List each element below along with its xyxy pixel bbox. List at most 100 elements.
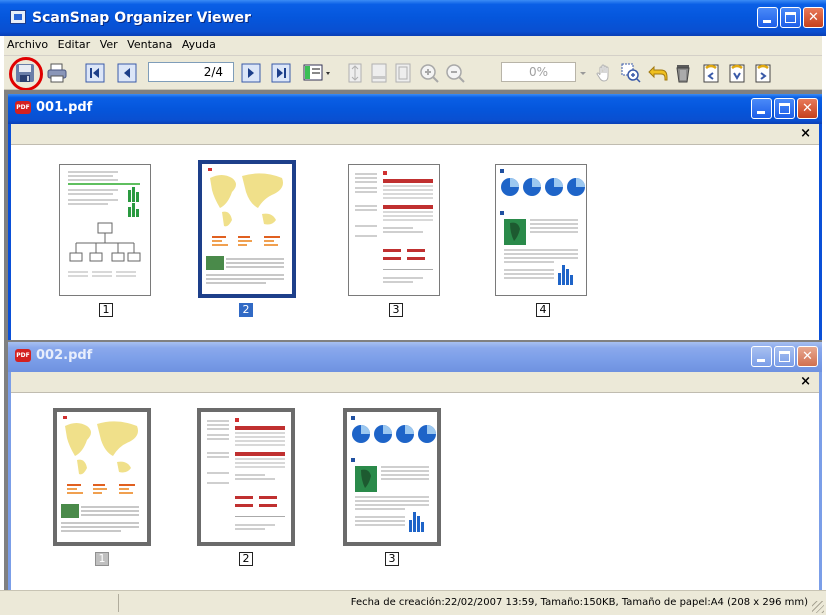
thumbnail-panel: × 1 <box>8 124 822 340</box>
first-page-button[interactable] <box>84 62 106 84</box>
fit-page-icon <box>395 63 411 83</box>
rotate-180-button[interactable] <box>726 62 748 84</box>
panel-close-icon[interactable]: × <box>800 374 811 389</box>
page-thumbnail[interactable] <box>59 164 151 296</box>
next-page-button[interactable] <box>240 62 262 84</box>
page-number: 3 <box>385 552 399 566</box>
next-page-icon <box>241 63 261 83</box>
printer-icon <box>47 63 67 83</box>
doc-maximize-button[interactable] <box>774 98 795 119</box>
page-thumbnail-selected[interactable] <box>53 408 151 546</box>
hand-tool-button[interactable] <box>594 62 616 84</box>
doc-maximize-button[interactable] <box>774 346 795 367</box>
minimize-icon <box>757 359 765 362</box>
fit-width-icon <box>371 63 387 83</box>
last-page-button[interactable] <box>270 62 292 84</box>
minimize-icon <box>763 20 771 23</box>
page-number: 2 <box>239 552 253 566</box>
panel-strip: × <box>11 372 819 393</box>
trash-icon <box>676 65 690 83</box>
page-thumbnail[interactable] <box>343 408 441 546</box>
doc-close-button[interactable]: ✕ <box>797 98 818 119</box>
minimize-icon <box>757 111 765 114</box>
delete-button[interactable] <box>672 62 694 84</box>
menu-archivo[interactable]: Archivo <box>4 36 51 53</box>
maximize-button[interactable] <box>780 7 801 28</box>
zoom-area-icon <box>621 63 641 83</box>
zoom-area-button[interactable] <box>620 62 642 84</box>
page-thumbnail-selected[interactable] <box>198 160 296 298</box>
maximize-icon <box>785 12 796 23</box>
document-window-001: PDF 001.pdf ✕ × 1 2 3 4 <box>8 94 822 340</box>
fit-width-button[interactable] <box>368 62 390 84</box>
panel-close-icon[interactable]: × <box>800 126 811 141</box>
status-bar: Fecha de creación:22/02/2007 13:59, Tama… <box>0 590 826 615</box>
page-number-selected: 2 <box>239 303 253 317</box>
page-indicator-field[interactable]: 2/4 <box>148 62 234 82</box>
first-page-icon <box>85 63 105 83</box>
doc-close-button[interactable]: ✕ <box>797 346 818 367</box>
minimize-button[interactable] <box>757 7 778 28</box>
zoom-in-button[interactable] <box>418 62 440 84</box>
zoom-dropdown-arrow[interactable] <box>578 62 588 84</box>
fit-height-button[interactable] <box>344 62 366 84</box>
zoom-out-icon <box>446 64 465 83</box>
status-divider <box>118 594 119 612</box>
pdf-icon: PDF <box>15 101 31 114</box>
rotate-right-button[interactable] <box>752 62 774 84</box>
page-thumbnail[interactable] <box>348 164 440 296</box>
zoom-in-icon <box>420 64 439 83</box>
network-page-preview <box>68 171 141 277</box>
document-title-bar: PDF 002.pdf ✕ <box>8 342 822 372</box>
menu-ventana[interactable]: Ventana <box>124 36 175 53</box>
app-icon[interactable] <box>10 10 26 24</box>
status-text: Fecha de creación:22/02/2007 13:59, Tama… <box>350 597 808 608</box>
thumbnail-view-icon <box>303 64 330 81</box>
world-map-page-preview <box>61 416 139 532</box>
view-mode-dropdown[interactable] <box>302 62 332 84</box>
menu-ayuda[interactable]: Ayuda <box>179 36 219 53</box>
pie-chart-page-preview <box>351 416 436 532</box>
last-page-icon <box>271 63 291 83</box>
table-page-preview <box>207 418 285 530</box>
maximize-icon <box>779 103 790 114</box>
document-title-bar: PDF 001.pdf ✕ <box>8 94 822 124</box>
table-page-preview <box>355 171 433 283</box>
pie-chart-page-preview <box>500 169 585 285</box>
zoom-field[interactable]: 0% <box>501 62 576 82</box>
prev-page-button[interactable] <box>116 62 138 84</box>
hand-icon <box>596 64 609 82</box>
close-button[interactable]: ✕ <box>803 7 824 28</box>
page-number: 4 <box>536 303 550 317</box>
panel-strip: × <box>11 124 819 145</box>
zoom-out-button[interactable] <box>444 62 466 84</box>
page-number-selected: 1 <box>95 552 109 566</box>
page-thumbnail[interactable] <box>495 164 587 296</box>
print-button[interactable] <box>46 62 68 84</box>
close-icon: ✕ <box>808 10 819 25</box>
save-highlight-circle <box>9 57 43 91</box>
back-button[interactable] <box>646 62 668 84</box>
close-icon: ✕ <box>802 101 813 116</box>
page-number: 3 <box>389 303 403 317</box>
page-thumbnail[interactable] <box>197 408 295 546</box>
menu-bar: Archivo Editar Ver Ventana Ayuda <box>4 36 822 56</box>
rotate-180-icon <box>729 64 745 83</box>
doc-minimize-button[interactable] <box>751 98 772 119</box>
document-title: 002.pdf <box>36 348 93 363</box>
rotate-left-button[interactable] <box>700 62 722 84</box>
toolbar: 2/4 0% <box>4 56 822 90</box>
pdf-icon: PDF <box>15 349 31 362</box>
menu-editar[interactable]: Editar <box>55 36 94 53</box>
resize-grip[interactable] <box>812 601 824 613</box>
document-window-002: PDF 002.pdf ✕ × 1 2 3 <box>8 342 822 590</box>
rotate-right-icon <box>755 64 771 83</box>
prev-page-icon <box>117 63 137 83</box>
close-icon: ✕ <box>802 349 813 364</box>
menu-ver[interactable]: Ver <box>97 36 121 53</box>
fit-page-button[interactable] <box>392 62 414 84</box>
page-number: 1 <box>99 303 113 317</box>
world-map-page-preview <box>206 168 284 284</box>
app-title-bar: ScanSnap Organizer Viewer ✕ <box>0 0 826 36</box>
doc-minimize-button[interactable] <box>751 346 772 367</box>
